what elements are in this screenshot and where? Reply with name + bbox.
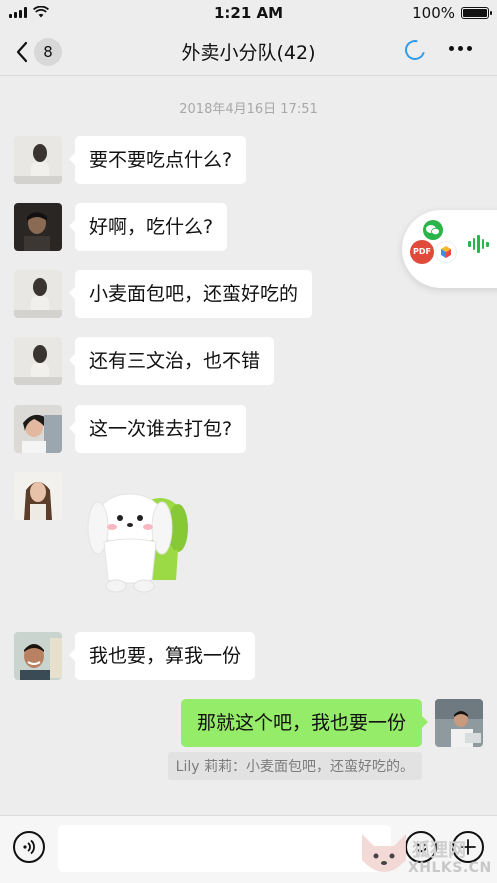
- message-bubble[interactable]: 还有三文治，也不错: [68, 337, 275, 385]
- battery-percent: 100%: [412, 4, 455, 22]
- message-row: [14, 472, 202, 599]
- message-row: 要不要吃点什么?: [14, 136, 247, 184]
- voice-icon: [23, 839, 35, 855]
- sticker-dog-image[interactable]: [82, 480, 202, 599]
- avatar[interactable]: [14, 203, 62, 251]
- dot-icon: [458, 46, 463, 51]
- site-watermark: 狐狸网 XHLKS.CN: [356, 826, 496, 883]
- avatar[interactable]: [14, 632, 62, 680]
- fox-logo-icon: [362, 834, 406, 872]
- avatar[interactable]: [14, 270, 62, 318]
- message-row-self: 那就这个吧，我也要一份: [180, 699, 483, 747]
- voice-input-button[interactable]: [13, 831, 45, 863]
- more-options-button[interactable]: [449, 46, 472, 51]
- avatar[interactable]: [14, 337, 62, 385]
- message-bubble[interactable]: 要不要吃点什么?: [68, 136, 247, 184]
- wechat-icon[interactable]: [423, 220, 443, 240]
- battery-icon: [461, 7, 492, 19]
- avatar[interactable]: [14, 136, 62, 184]
- voice-wave-icon[interactable]: [468, 235, 489, 253]
- avatar[interactable]: [14, 472, 62, 520]
- pdf-icon[interactable]: PDF: [410, 240, 434, 264]
- message-row: 还有三文治，也不错: [14, 337, 275, 385]
- message-bubble[interactable]: 这一次谁去打包?: [68, 405, 247, 453]
- avatar[interactable]: [14, 405, 62, 453]
- message-row: 我也要，算我一份: [14, 632, 256, 680]
- message-bubble[interactable]: 我也要，算我一份: [68, 632, 256, 680]
- message-bubble[interactable]: 好啊，吃什么?: [68, 203, 228, 251]
- self-message-bubble[interactable]: 那就这个吧，我也要一份: [180, 699, 429, 747]
- dot-icon: [449, 46, 454, 51]
- battery-level: [463, 9, 487, 17]
- watermark-text: XHLKS.CN: [408, 860, 492, 876]
- message-row: 好啊，吃什么?: [14, 203, 228, 251]
- message-input[interactable]: [58, 825, 391, 872]
- avatar[interactable]: [435, 699, 483, 747]
- message-row: 这一次谁去打包?: [14, 405, 247, 453]
- quoted-message[interactable]: Lily 莉莉：小麦面包吧，还蛮好吃的。: [167, 752, 422, 780]
- chat-header: 8 外卖小分队(42): [0, 26, 497, 76]
- message-bubble[interactable]: 小麦面包吧，还蛮好吃的: [68, 270, 313, 318]
- message-row: 小麦面包吧，还蛮好吃的: [14, 270, 313, 318]
- floating-window-panel[interactable]: PDF: [402, 210, 497, 288]
- mini-program-icon[interactable]: [435, 241, 457, 263]
- status-bar: 1:21 AM 100%: [0, 0, 497, 26]
- dot-icon: [467, 46, 472, 51]
- watermark-chinese-text: 狐狸网: [412, 840, 466, 861]
- chat-timestamp: 2018年4月16日 17:51: [179, 102, 318, 117]
